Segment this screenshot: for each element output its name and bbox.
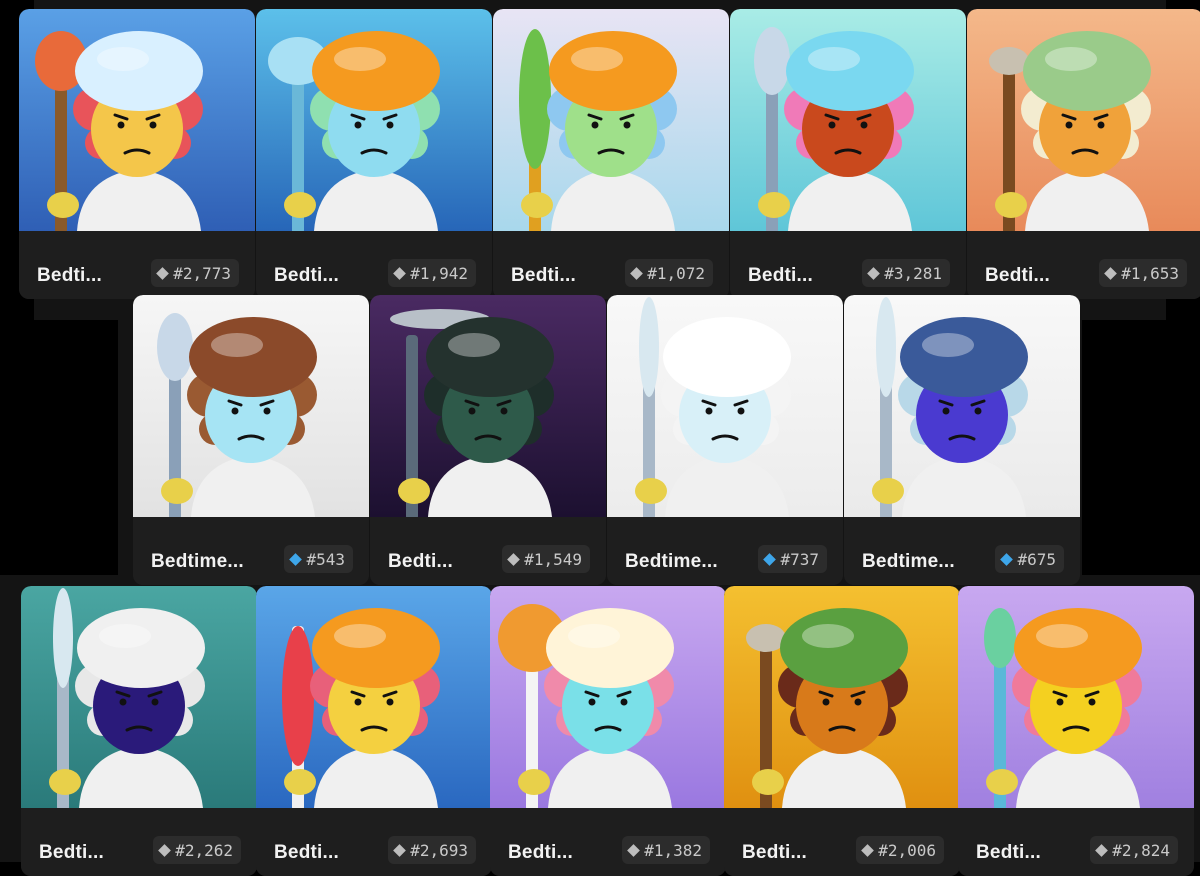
rarity-rank: #2,262 xyxy=(175,840,233,860)
nft-card-10[interactable]: Bedti... #2,262 xyxy=(21,586,257,876)
rarity-rank: #2,773 xyxy=(173,263,231,283)
nft-name: Bedtime... xyxy=(862,551,955,572)
nft-image xyxy=(724,586,960,808)
rarity-rank-badge: #3,281 xyxy=(862,259,950,287)
nft-card-footer: Bedti... #1,942 xyxy=(256,231,492,299)
nft-name: Bedti... xyxy=(748,265,813,286)
nft-card-11[interactable]: Bedti... #2,693 xyxy=(256,586,492,876)
nft-image xyxy=(256,9,492,231)
nft-card-footer: Bedtime... #737 xyxy=(607,517,843,585)
nft-image xyxy=(370,295,606,517)
rarity-rank-badge: #1,653 xyxy=(1099,259,1187,287)
nft-image xyxy=(493,9,729,231)
nft-card-7[interactable]: Bedti... #1,549 xyxy=(370,295,606,585)
diamond-icon xyxy=(158,843,172,857)
rarity-rank: #675 xyxy=(1017,549,1056,569)
nft-card-footer: Bedti... #1,072 xyxy=(493,231,729,299)
nft-card-footer: Bedtime... #543 xyxy=(133,517,369,585)
rarity-rank-badge: #1,072 xyxy=(625,259,713,287)
diamond-icon xyxy=(867,266,881,280)
nft-card-footer: Bedti... #3,281 xyxy=(730,231,966,299)
rarity-rank: #737 xyxy=(780,549,819,569)
diamond-icon xyxy=(507,552,521,566)
nft-card-2[interactable]: Bedti... #1,942 xyxy=(256,9,492,299)
diamond-icon xyxy=(156,266,170,280)
nft-image xyxy=(490,586,726,808)
nft-card-1[interactable]: Bedti... #2,773 xyxy=(19,9,255,299)
rarity-rank-badge: #2,824 xyxy=(1090,836,1178,864)
nft-name: Bedti... xyxy=(274,265,339,286)
diamond-icon xyxy=(393,843,407,857)
nft-card-footer: Bedti... #2,693 xyxy=(256,808,492,876)
diamond-icon xyxy=(763,552,777,566)
rarity-rank: #543 xyxy=(306,549,345,569)
nft-card-footer: Bedti... #1,653 xyxy=(967,231,1200,299)
rarity-rank-badge: #2,006 xyxy=(856,836,944,864)
nft-image xyxy=(133,295,369,517)
rarity-rank: #2,693 xyxy=(410,840,468,860)
diamond-icon xyxy=(393,266,407,280)
nft-name: Bedti... xyxy=(388,551,453,572)
diamond-icon xyxy=(861,843,875,857)
nft-name: Bedti... xyxy=(37,265,102,286)
nft-card-14[interactable]: Bedti... #2,824 xyxy=(958,586,1194,876)
nft-image xyxy=(958,586,1194,808)
nft-card-footer: Bedtime... #675 xyxy=(844,517,1080,585)
diamond-icon xyxy=(630,266,644,280)
rarity-rank-badge: #2,262 xyxy=(153,836,241,864)
nft-card-4[interactable]: Bedti... #3,281 xyxy=(730,9,966,299)
rarity-rank-badge: #1,942 xyxy=(388,259,476,287)
rarity-rank: #2,006 xyxy=(878,840,936,860)
nft-card-8[interactable]: Bedtime... #737 xyxy=(607,295,843,585)
diamond-icon xyxy=(289,552,303,566)
rarity-rank: #1,653 xyxy=(1121,263,1179,283)
rarity-rank-badge: #543 xyxy=(284,545,353,573)
rarity-rank: #2,824 xyxy=(1112,840,1170,860)
nft-name: Bedti... xyxy=(976,842,1041,863)
nft-card-footer: Bedti... #1,382 xyxy=(490,808,726,876)
nft-image xyxy=(21,586,257,808)
nft-card-9[interactable]: Bedtime... #675 xyxy=(844,295,1080,585)
diamond-icon xyxy=(1095,843,1109,857)
diamond-icon xyxy=(627,843,641,857)
nft-name: Bedti... xyxy=(274,842,339,863)
nft-card-12[interactable]: Bedti... #1,382 xyxy=(490,586,726,876)
nft-card-6[interactable]: Bedtime... #543 xyxy=(133,295,369,585)
nft-card-13[interactable]: Bedti... #2,006 xyxy=(724,586,960,876)
nft-image xyxy=(730,9,966,231)
nft-image xyxy=(607,295,843,517)
nft-name: Bedtime... xyxy=(625,551,718,572)
rarity-rank-badge: #2,693 xyxy=(388,836,476,864)
rarity-rank-badge: #675 xyxy=(995,545,1064,573)
rarity-rank-badge: #1,549 xyxy=(502,545,590,573)
nft-card-footer: Bedti... #2,006 xyxy=(724,808,960,876)
nft-image xyxy=(19,9,255,231)
nft-card-footer: Bedti... #2,773 xyxy=(19,231,255,299)
nft-card-footer: Bedti... #2,262 xyxy=(21,808,257,876)
nft-card-footer: Bedti... #1,549 xyxy=(370,517,606,585)
nft-name: Bedtime... xyxy=(151,551,244,572)
nft-name: Bedti... xyxy=(742,842,807,863)
rarity-rank-badge: #1,382 xyxy=(622,836,710,864)
diamond-icon xyxy=(1000,552,1014,566)
nft-name: Bedti... xyxy=(511,265,576,286)
rarity-rank: #1,072 xyxy=(647,263,705,283)
rarity-rank-badge: #2,773 xyxy=(151,259,239,287)
nft-card-3[interactable]: Bedti... #1,072 xyxy=(493,9,729,299)
rarity-rank: #1,549 xyxy=(524,549,582,569)
rarity-rank: #1,382 xyxy=(644,840,702,860)
nft-image xyxy=(256,586,492,808)
nft-image xyxy=(967,9,1200,231)
nft-card-5[interactable]: Bedti... #1,653 xyxy=(967,9,1200,299)
nft-image xyxy=(844,295,1080,517)
rarity-rank-badge: #737 xyxy=(758,545,827,573)
nft-name: Bedti... xyxy=(985,265,1050,286)
rarity-rank: #3,281 xyxy=(884,263,942,283)
nft-card-footer: Bedti... #2,824 xyxy=(958,808,1194,876)
diamond-icon xyxy=(1104,266,1118,280)
nft-name: Bedti... xyxy=(508,842,573,863)
rarity-rank: #1,942 xyxy=(410,263,468,283)
nft-name: Bedti... xyxy=(39,842,104,863)
